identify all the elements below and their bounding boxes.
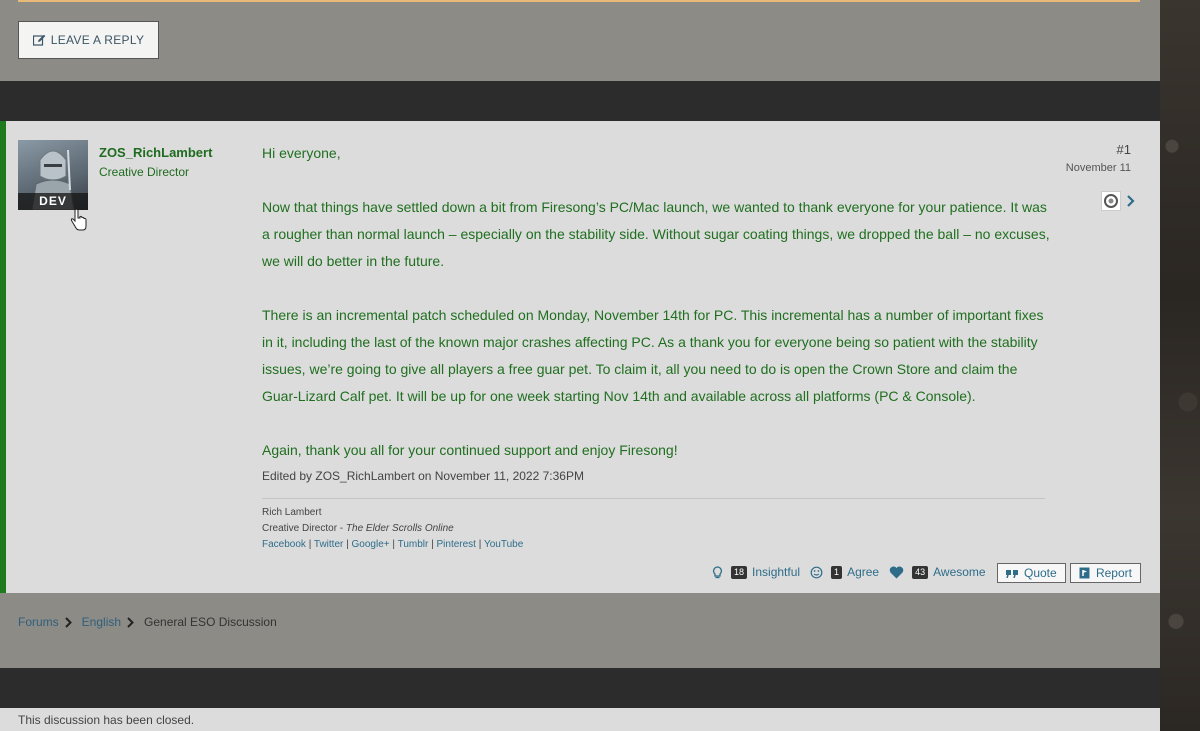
smiley-icon: [810, 566, 823, 579]
quote-icon: [1006, 570, 1018, 578]
forum-post: DEV ZOS_RichLambert Creative Director #1…: [0, 121, 1160, 593]
tumblr-link[interactable]: Tumblr: [398, 539, 429, 550]
hand-cursor-icon: [70, 209, 87, 231]
post-number[interactable]: #1: [1117, 142, 1131, 157]
separator-band: [0, 668, 1160, 708]
report-flag-icon: [1079, 567, 1090, 579]
chevron-right-icon[interactable]: [1126, 195, 1135, 207]
twitter-link[interactable]: Twitter: [314, 539, 343, 550]
pinterest-link[interactable]: Pinterest: [437, 539, 476, 550]
background-texture: [1160, 0, 1200, 731]
breadcrumb: Forums English General ESO Discussion: [18, 615, 277, 629]
separator-band: [0, 81, 1160, 121]
edit-icon: [32, 34, 46, 46]
post-paragraph: Hi everyone,: [262, 145, 341, 161]
signature-name: Rich Lambert: [262, 507, 322, 518]
reaction-insightful[interactable]: 18 Insightful: [712, 565, 800, 579]
closed-notice: This discussion has been closed.: [18, 713, 195, 727]
post-paragraph: There is an incremental patch scheduled …: [262, 307, 1044, 404]
signature-links: Facebook | Twitter | Google+ | Tumblr | …: [262, 537, 523, 553]
quote-button[interactable]: Quote: [997, 563, 1066, 583]
staff-stripe: [0, 121, 6, 593]
googleplus-link[interactable]: Google+: [352, 539, 390, 550]
signature-game: The Elder Scrolls Online: [345, 523, 454, 534]
reaction-awesome[interactable]: 43 Awesome: [889, 565, 986, 579]
breadcrumb-band: Forums English General ESO Discussion: [0, 593, 1160, 668]
chevron-right-icon: [127, 616, 134, 628]
post-body: Hi everyone, Now that things have settle…: [262, 140, 1052, 464]
link-separator: |: [305, 539, 314, 550]
chevron-right-icon: [64, 616, 72, 628]
main-column: LEAVE A REPLY DEV ZOS_RichLambert Creati…: [0, 0, 1160, 731]
link-separator: |: [475, 539, 484, 550]
report-label: Report: [1095, 566, 1132, 580]
link-separator: |: [428, 539, 437, 550]
heart-icon: [889, 566, 904, 579]
post-paragraph: Again, thank you all for your continued …: [262, 442, 678, 458]
quote-label: Quote: [1024, 566, 1057, 580]
breadcrumb-current: General ESO Discussion: [144, 615, 277, 629]
reactions-bar: 18 Insightful 1 Agree 43 Awesome: [712, 565, 996, 579]
reaction-count: 1: [831, 565, 843, 579]
facebook-link[interactable]: Facebook: [262, 539, 306, 550]
signature-title: Creative Director - The Elder Scrolls On…: [262, 521, 523, 537]
lightbulb-icon: [712, 565, 723, 579]
reaction-label: Agree: [847, 565, 880, 579]
closed-notice-band: This discussion has been closed.: [0, 708, 1160, 731]
leave-reply-button[interactable]: LEAVE A REPLY: [18, 21, 159, 59]
avatar[interactable]: DEV: [18, 140, 88, 210]
author-role: Creative Director: [99, 165, 190, 179]
edited-note: Edited by ZOS_RichLambert on November 11…: [262, 469, 584, 483]
reaction-count: 43: [912, 565, 929, 579]
reaction-label: Insightful: [752, 565, 801, 579]
breadcrumb-english[interactable]: English: [82, 615, 121, 629]
dev-badge: DEV: [18, 193, 88, 210]
top-band: LEAVE A REPLY: [0, 0, 1160, 81]
author-name[interactable]: ZOS_RichLambert: [99, 145, 212, 160]
post-paragraph: Now that things have settled down a bit …: [262, 199, 1050, 269]
reaction-label: Awesome: [933, 565, 986, 579]
youtube-link[interactable]: YouTube: [484, 539, 523, 550]
post-date[interactable]: November 11: [1066, 162, 1131, 174]
leave-reply-label: LEAVE A REPLY: [50, 33, 145, 47]
signature: Rich Lambert Creative Director - The Eld…: [262, 505, 523, 553]
top-accent-line: [18, 0, 1140, 2]
link-separator: |: [389, 539, 398, 550]
link-separator: |: [343, 539, 352, 550]
reaction-agree[interactable]: 1 Agree: [810, 565, 879, 579]
eso-logo-icon: [1101, 191, 1121, 211]
signature-divider: [262, 498, 1045, 499]
report-button[interactable]: Report: [1070, 563, 1141, 583]
signature-title-prefix: Creative Director -: [262, 523, 346, 534]
breadcrumb-forums[interactable]: Forums: [18, 615, 59, 629]
reaction-count: 18: [731, 565, 748, 579]
